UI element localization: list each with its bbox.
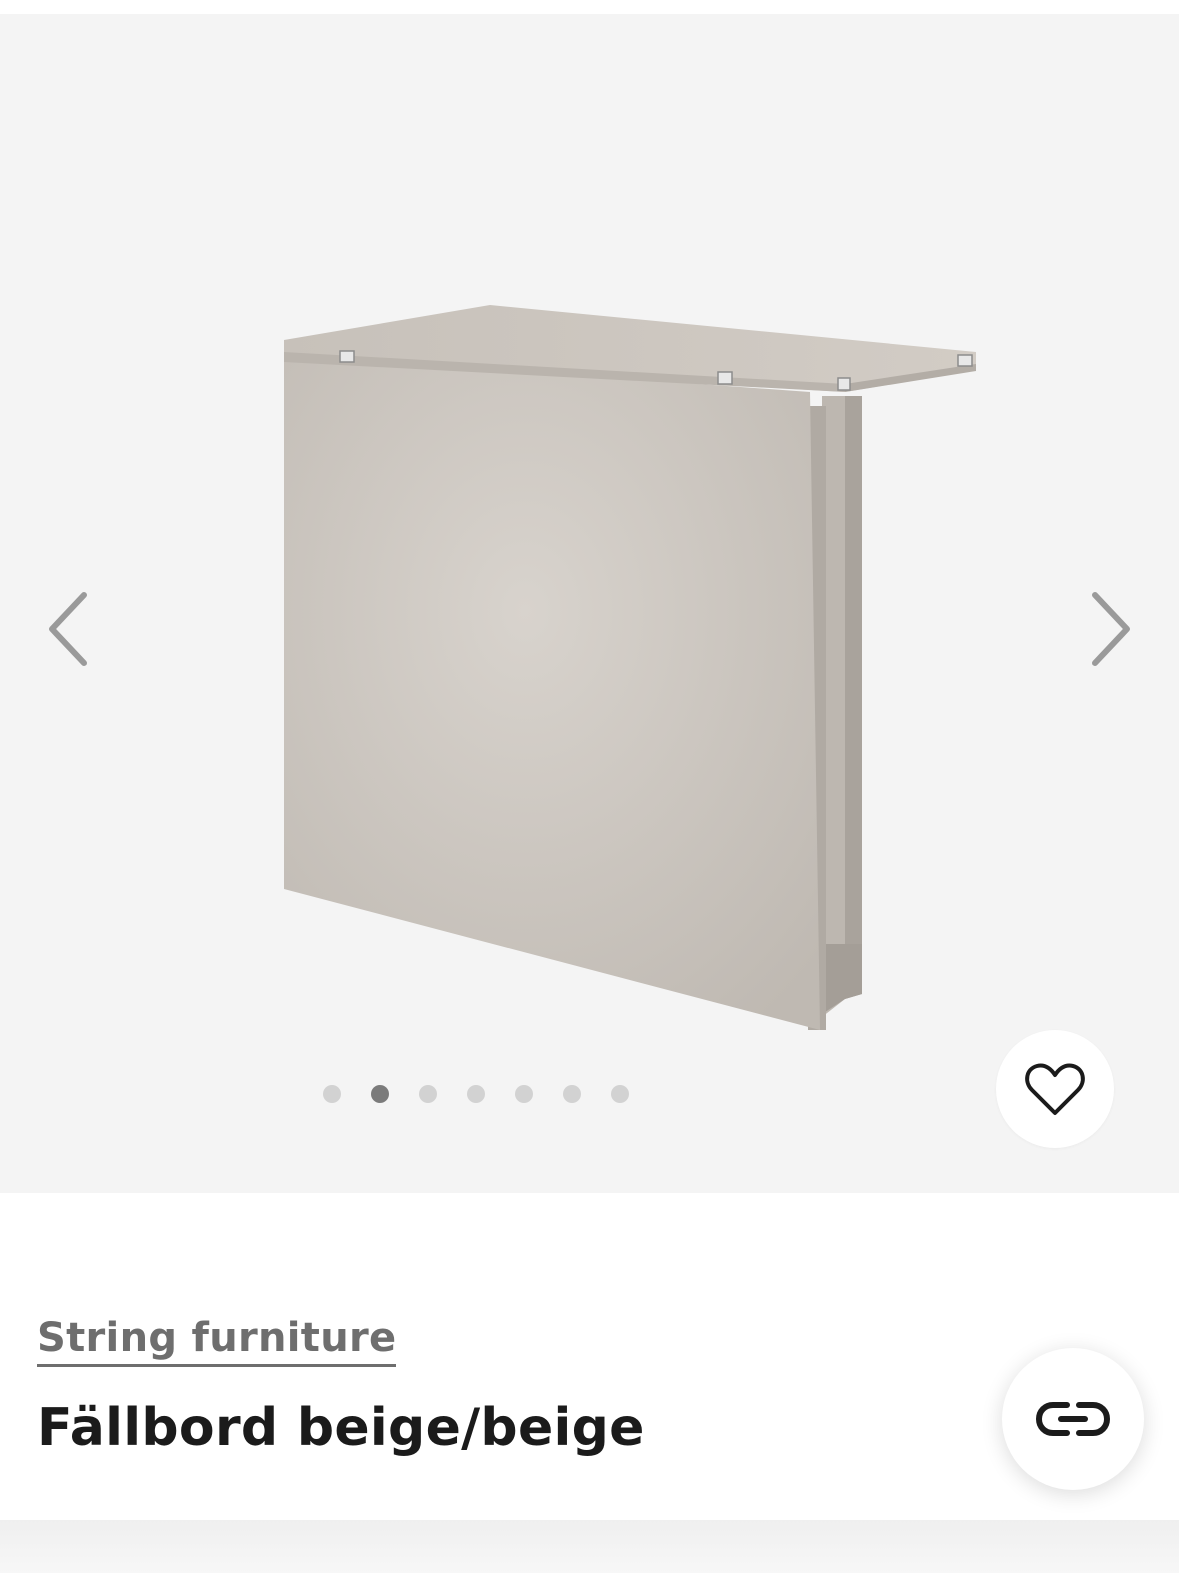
- pagination-dot[interactable]: [418, 1085, 437, 1103]
- chevron-left-icon: [49, 592, 87, 666]
- brand-link[interactable]: String furniture: [37, 1312, 397, 1367]
- pagination-dot[interactable]: [514, 1085, 533, 1103]
- pagination-dot[interactable]: [562, 1085, 581, 1103]
- bottom-sheet-edge: [0, 1520, 1179, 1573]
- heart-icon: [1025, 1063, 1085, 1115]
- product-title: Fällbord beige/beige: [37, 1398, 645, 1458]
- pagination-dot[interactable]: [610, 1085, 629, 1103]
- link-icon: [1035, 1402, 1111, 1436]
- pagination-dot[interactable]: [322, 1085, 341, 1103]
- gallery-prev-button[interactable]: [28, 574, 108, 684]
- chevron-right-icon: [1092, 592, 1130, 666]
- pagination-dot[interactable]: [466, 1085, 485, 1103]
- favorite-button[interactable]: [996, 1030, 1114, 1148]
- product-image: [284, 305, 976, 1030]
- gallery-next-button[interactable]: [1071, 574, 1151, 684]
- product-image-gallery[interactable]: [0, 14, 1179, 1193]
- status-bar-spacer: [0, 0, 1179, 14]
- share-link-button[interactable]: [1002, 1348, 1144, 1490]
- pagination-dot[interactable]: [370, 1085, 389, 1103]
